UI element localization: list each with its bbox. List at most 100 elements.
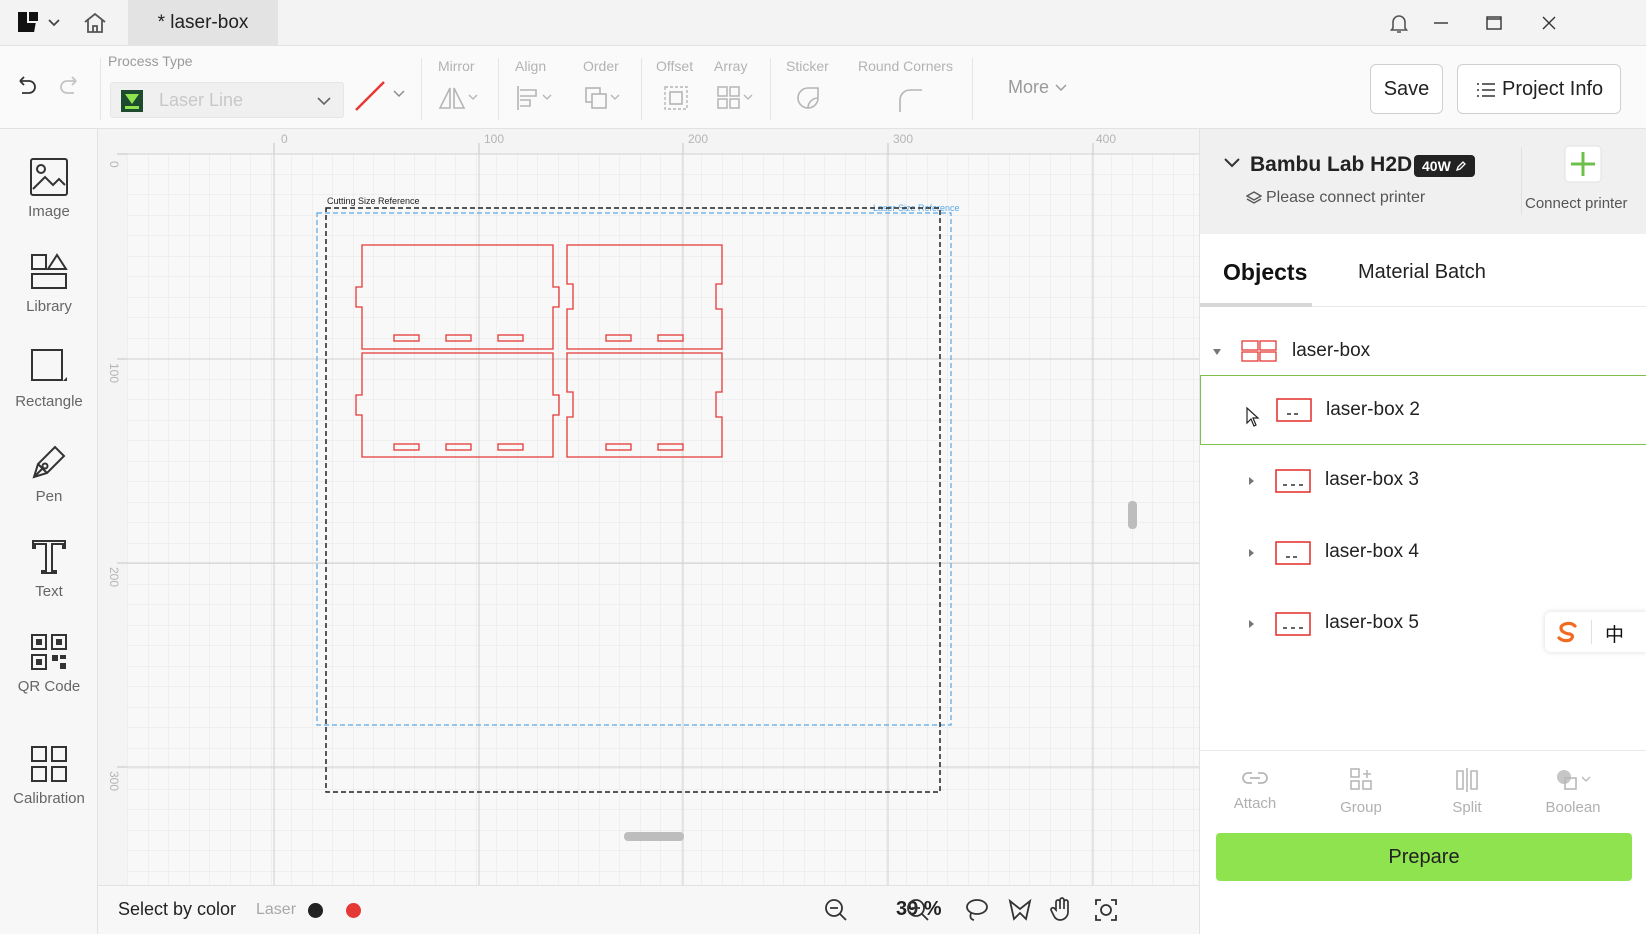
mirror-label: Mirror [438,58,475,74]
minimize-icon[interactable] [1426,8,1456,38]
link-icon [1242,772,1268,784]
object-thumbnail-icon [1275,469,1311,493]
document-tab[interactable]: * laser-box [128,0,278,46]
ruler-top-label: 400 [1096,132,1116,146]
hand-pan-icon[interactable] [1049,896,1075,924]
offset-icon[interactable] [662,84,690,112]
mirror-icon[interactable] [436,84,480,112]
ime-widget[interactable]: 中 [1545,612,1646,652]
caret-right-icon[interactable] [1246,619,1256,629]
caret-down-icon[interactable] [1211,346,1223,358]
tool-text[interactable]: Text [0,537,98,617]
tool-qr-code[interactable]: QR Code [0,632,98,712]
design-canvas[interactable]: 0 100 200 300 400 0 100 200 300 Laser Si… [98,129,1199,885]
horizontal-scrollbar[interactable] [624,832,684,841]
order-icon[interactable] [582,84,626,112]
ruler-left-label: 100 [107,363,121,383]
save-button[interactable]: Save [1370,64,1443,114]
project-info-button[interactable]: Project Info [1457,64,1621,114]
image-icon [30,158,68,196]
align-label: Align [515,58,547,74]
boolean-button[interactable]: Boolean [1518,751,1628,825]
active-tab-indicator [1200,303,1312,307]
align-icon[interactable] [514,84,558,112]
power-badge-label: 40W [1422,158,1451,174]
tool-rectangle[interactable]: Rectangle [0,347,98,427]
printer-name[interactable]: Bambu Lab H2D [1250,153,1412,177]
canvas-grid [127,153,1199,885]
tool-label: QR Code [17,678,81,695]
maximize-icon[interactable] [1479,8,1509,38]
caret-right-icon[interactable] [1246,548,1256,558]
lasso-icon[interactable] [964,897,990,923]
redo-icon[interactable] [56,72,84,100]
object-actions: Attach Group Split Boolean [1200,750,1646,824]
tool-library[interactable]: Library [0,252,98,332]
canvas-svg[interactable]: 0 100 200 300 400 0 100 200 300 Laser Si… [98,129,1199,885]
edit-icon [1455,161,1466,172]
line-color-icon[interactable] [352,78,388,114]
chevron-down-icon[interactable] [1222,153,1242,173]
zoom-out-icon[interactable] [823,897,849,923]
home-icon[interactable] [82,10,108,36]
status-bar: Select by color Laser 39 % [98,885,1199,934]
chevron-down-icon[interactable] [392,88,406,100]
fit-select-icon[interactable] [1007,897,1033,923]
project-info-label: Project Info [1502,78,1604,100]
attach-label: Attach [1233,795,1277,812]
attach-button[interactable]: Attach [1200,751,1310,825]
tool-label: Rectangle [15,393,83,410]
zoom-in-icon[interactable] [905,897,931,923]
vertical-scrollbar[interactable] [1128,501,1137,529]
more-menu[interactable]: More [1008,77,1068,98]
tab-objects[interactable]: Objects [1223,259,1307,286]
prepare-button[interactable]: Prepare [1216,833,1632,881]
laser-size-label: Laser Size Reference [873,203,960,213]
tab-material-batch[interactable]: Material Batch [1358,261,1486,284]
round-corners-icon[interactable] [896,86,924,114]
library-icon [31,253,68,289]
object-row[interactable]: laser-box 3 [1200,446,1646,516]
process-type-select[interactable]: Laser Line [110,82,344,118]
bell-icon[interactable] [1387,11,1411,35]
order-label: Order [583,58,619,74]
ruler-top-label: 100 [484,132,504,146]
ruler-top-label: 300 [893,132,913,146]
top-ruler [98,129,1199,153]
object-thumbnail-icon [1275,541,1311,565]
tool-image[interactable]: Image [0,157,98,237]
power-badge[interactable]: 40W [1414,155,1475,177]
boolean-label: Boolean [1545,799,1601,816]
group-button[interactable]: Group [1306,751,1416,825]
object-row[interactable]: laser-box 4 [1200,518,1646,588]
close-icon[interactable] [1534,8,1564,38]
app-logo-icon[interactable] [16,10,40,34]
pen-icon [32,445,66,479]
group-icon [1350,768,1372,790]
undo-icon[interactable] [12,72,40,100]
more-label: More [1008,77,1050,97]
split-label: Split [1452,799,1482,816]
connect-printer-label: Connect printer [1525,195,1628,212]
object-name: laser-box 3 [1325,469,1419,490]
tool-label: Pen [35,488,63,505]
panel-tabs: Objects Material Batch [1200,241,1646,307]
split-button[interactable]: Split [1412,751,1522,825]
left-tool-panel: Image Library Rectangle Pen Text QR Code… [0,129,98,934]
rectangle-icon [31,349,67,381]
tool-pen[interactable]: Pen [0,442,98,522]
ruler-top-label: 0 [281,132,288,146]
object-row-selected[interactable]: laser-box 2 [1200,375,1646,445]
array-label: Array [714,58,748,74]
color-swatch-black[interactable] [308,903,323,918]
fit-view-icon[interactable] [1093,897,1119,923]
color-swatch-red[interactable] [346,903,361,918]
laser-label: Laser [256,901,297,918]
chevron-down-icon [1055,84,1067,92]
sticker-icon[interactable] [794,84,822,112]
chevron-down-icon[interactable] [44,12,64,32]
process-type-value: Laser Line [159,90,244,110]
tool-calibration[interactable]: Calibration [0,744,98,824]
caret-right-icon[interactable] [1246,476,1256,486]
array-icon[interactable] [716,84,760,112]
